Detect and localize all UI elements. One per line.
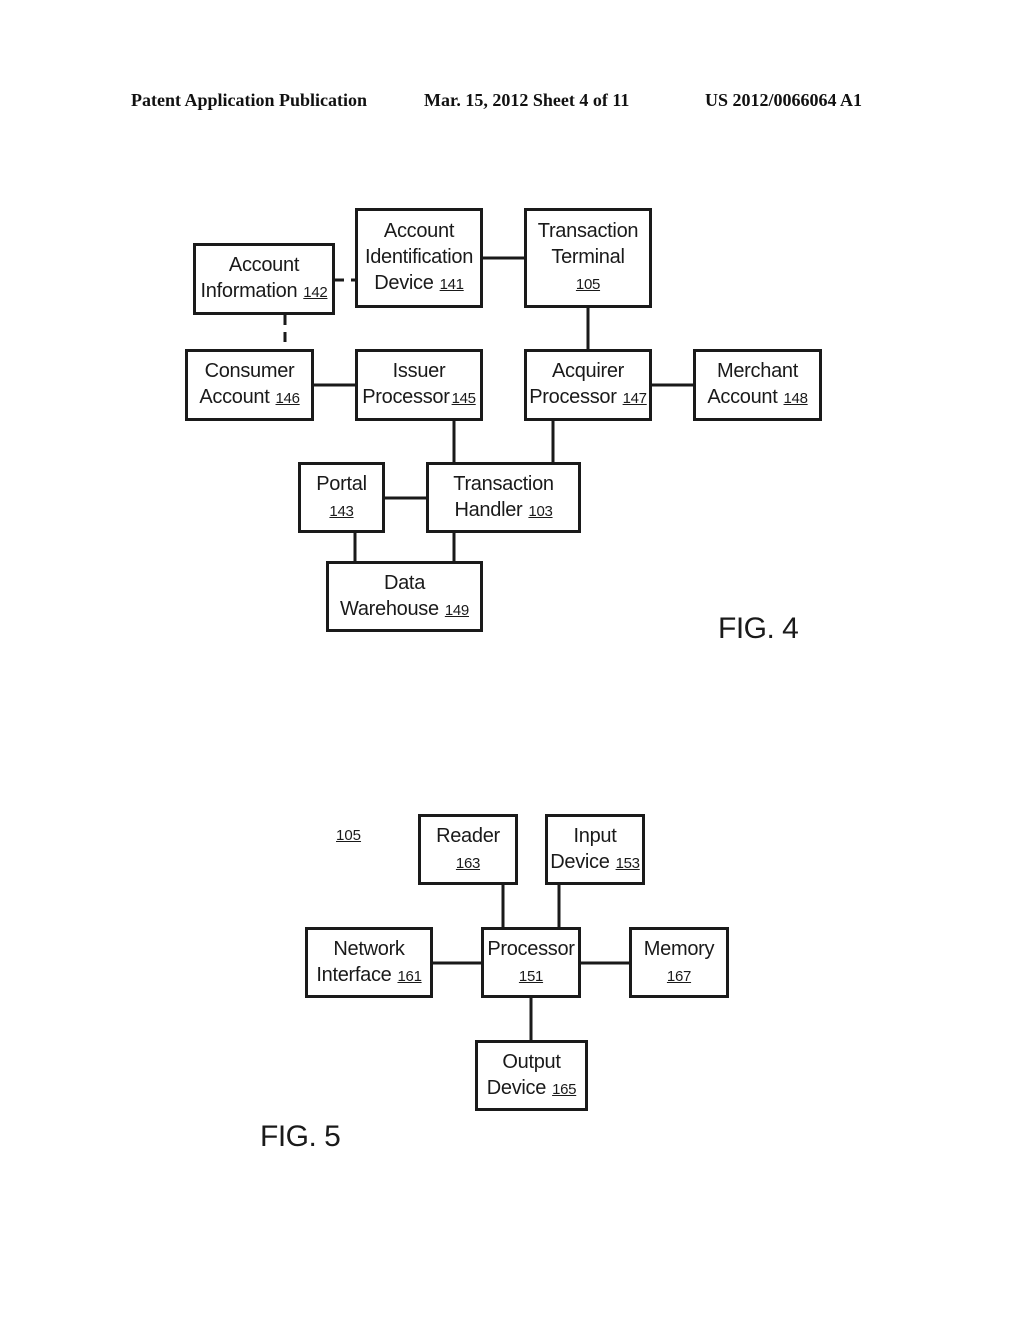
node-label: Merchant (717, 360, 798, 382)
figure-5-label: FIG. 5 (260, 1120, 341, 1153)
node-network-interface: Network Interface 161 (305, 927, 433, 998)
node-input-device: Input Device 153 (545, 814, 645, 885)
node-label: Terminal (551, 246, 625, 268)
connector-layer (283, 256, 693, 1040)
node-ref: 151 (518, 967, 544, 985)
node-account-information: Account Information 142 (193, 243, 335, 315)
figure-4-label: FIG. 4 (718, 612, 799, 645)
node-label: Identification (364, 246, 474, 268)
node-issuer-processor: Issuer Processor 145 (355, 349, 483, 421)
node-label: Account (228, 254, 300, 276)
node-ref: 149 (444, 601, 469, 619)
node-label: Device (374, 272, 434, 294)
node-label: Account (383, 220, 455, 242)
node-memory: Memory 167 (629, 927, 729, 998)
node-consumer-account: Consumer Account 146 (185, 349, 314, 421)
node-output-device: Output Device 165 (475, 1040, 588, 1111)
node-label: Processor (487, 937, 575, 960)
system-ref-105: 105 (336, 827, 362, 844)
node-label: Acquirer (551, 360, 625, 382)
node-ref: 161 (397, 967, 422, 985)
node-label: Processor (362, 386, 450, 408)
node-ref: 105 (575, 276, 601, 293)
node-ref: 147 (622, 390, 647, 407)
node-ref: 165 (552, 1080, 577, 1098)
node-processor: Processor 151 (481, 927, 581, 998)
node-label: Interface (316, 963, 392, 986)
node-label: Account (707, 386, 778, 408)
node-transaction-handler: Transaction Handler 103 (426, 462, 581, 533)
node-label: Handler (454, 498, 523, 521)
node-label: Transaction (453, 472, 554, 495)
node-account-identification-device: Account Identification Device 141 (355, 208, 483, 308)
node-label: Transaction (537, 220, 639, 242)
node-reader: Reader 163 (418, 814, 518, 885)
node-label: Information (200, 280, 298, 302)
node-ref: 163 (455, 854, 481, 872)
node-label: Output (502, 1050, 561, 1073)
node-ref: 148 (783, 390, 808, 407)
node-label: Warehouse (340, 597, 439, 620)
node-label: Input (573, 824, 617, 847)
node-portal: Portal 143 (298, 462, 385, 533)
node-label: Processor (529, 386, 617, 408)
node-transaction-terminal: Transaction Terminal 105 (524, 208, 652, 308)
node-ref: 141 (439, 276, 464, 293)
node-ref: 143 (329, 502, 354, 520)
node-ref: 142 (303, 284, 328, 301)
node-merchant-account: Merchant Account 148 (693, 349, 822, 421)
node-data-warehouse: Data Warehouse 149 (326, 561, 483, 632)
node-label: Issuer (392, 360, 446, 382)
node-label: Reader (436, 824, 500, 847)
node-label: Account (199, 386, 270, 408)
node-label: Portal (316, 472, 367, 495)
node-label: Consumer (204, 360, 295, 382)
node-ref: 167 (666, 967, 692, 985)
node-ref: 103 (528, 502, 553, 520)
node-label: Device (550, 850, 610, 873)
node-ref: 153 (615, 854, 640, 872)
node-label: Device (486, 1076, 547, 1099)
node-ref: 145 (451, 390, 476, 407)
node-label: Data (383, 571, 426, 594)
node-label: Network (333, 937, 405, 960)
node-label: Memory (643, 937, 715, 960)
node-ref: 146 (275, 390, 300, 407)
node-acquirer-processor: Acquirer Processor 147 (524, 349, 652, 421)
